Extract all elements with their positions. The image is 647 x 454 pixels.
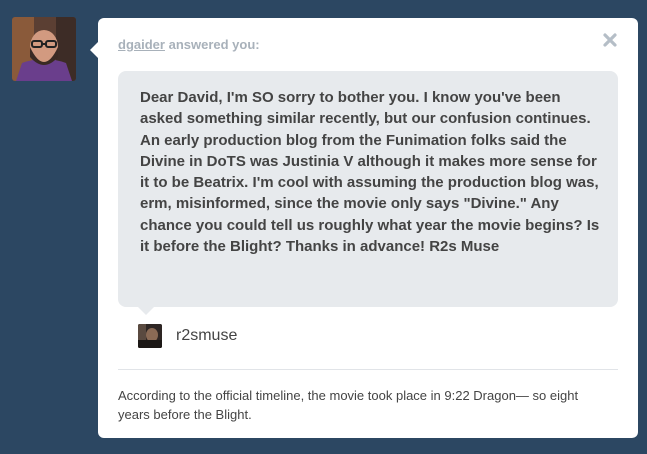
close-button[interactable] (602, 32, 618, 48)
user-avatar-photo-icon (12, 17, 76, 81)
question-text: Dear David, I'm SO sorry to bother you. … (140, 89, 600, 256)
asker-info: r2smuse (138, 324, 237, 348)
answer-card: dgaider answered you: Dear David, I'm SO… (90, 18, 638, 438)
answer-text: According to the official timeline, the … (118, 388, 579, 422)
divider (118, 369, 618, 370)
asker-avatar[interactable] (138, 324, 162, 348)
asker-avatar-image-icon (138, 324, 162, 348)
asker-link[interactable]: dgaider (118, 37, 165, 52)
post-header: dgaider answered you: (118, 37, 260, 52)
question-bubble-tail (138, 307, 154, 315)
header-suffix: answered you: (168, 37, 260, 52)
question-bubble: Dear David, I'm SO sorry to bother you. … (118, 71, 618, 307)
user-avatar[interactable] (12, 17, 76, 81)
asker-name[interactable]: r2smuse (176, 327, 237, 345)
close-icon (603, 33, 617, 47)
card-pointer (90, 42, 98, 58)
